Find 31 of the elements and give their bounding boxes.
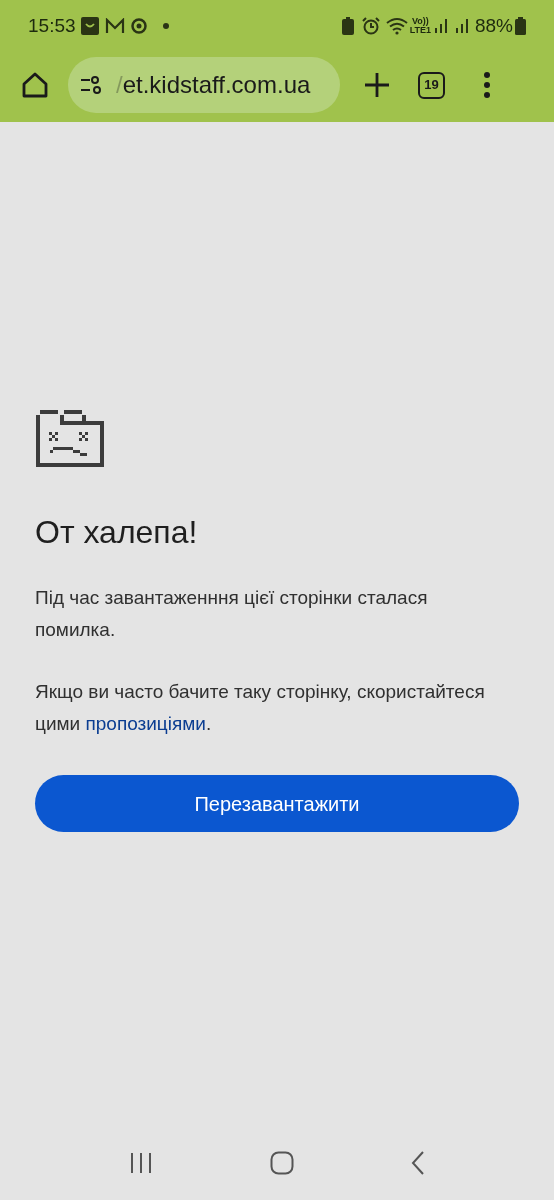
volte-label: Vo)) [411, 17, 429, 26]
battery-saver-icon [341, 17, 354, 35]
battery-icon [515, 17, 526, 35]
back-icon [411, 1151, 426, 1175]
bag-icon [80, 17, 99, 35]
error-title: От халепа! [35, 513, 199, 552]
dot-icon [162, 23, 169, 29]
url-text: et.kidstaff.com.ua [122, 70, 311, 100]
error-hint: Якщо ви часто бачите таку сторінку, скористайтеся цими пропозиціями. [35, 680, 486, 736]
alarm-icon [361, 17, 380, 35]
mail-icon [104, 18, 125, 34]
site-settings-icon [80, 76, 102, 94]
home-nav-icon [270, 1151, 294, 1175]
error-message: Під час завантаженння цієї сторінки сталася помилка. [35, 586, 429, 642]
plus-icon [364, 72, 390, 98]
sad-folder-icon [35, 410, 105, 468]
home-icon [21, 71, 49, 99]
clock: 15:53 [28, 13, 76, 38]
reload-button[interactable]: Перезавантажити [35, 775, 519, 832]
lte-label: LTE1 [409, 26, 431, 35]
signal-icon [433, 18, 448, 34]
url-cut-text: / [116, 70, 123, 100]
suggestions-link[interactable]: пропозиціями [85, 713, 206, 734]
browser-icon [130, 18, 147, 34]
signal-icon [454, 18, 469, 34]
tab-count-button[interactable]: 19 [418, 71, 445, 99]
wifi-icon [385, 17, 408, 35]
address-bar[interactable]: /et.kidstaff.com.ua [68, 57, 340, 113]
recent-apps-icon [128, 1152, 153, 1174]
battery-percent: 88% [474, 13, 513, 38]
more-icon [483, 72, 491, 98]
